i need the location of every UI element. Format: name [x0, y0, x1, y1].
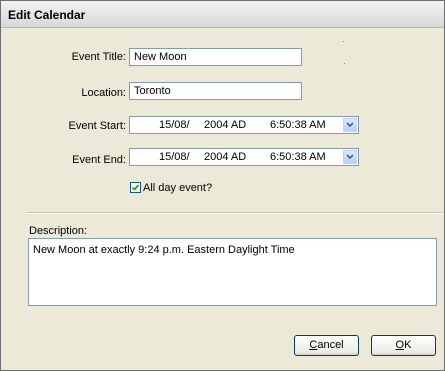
- window-title: Edit Calendar: [8, 8, 86, 22]
- ok-label-rest: K: [404, 339, 412, 351]
- event-end-time[interactable]: 6:50:38 AM: [270, 151, 326, 163]
- event-start-date[interactable]: 15/08/: [159, 119, 190, 131]
- decorative-dot: [344, 63, 345, 64]
- event-start-label: Event Start:: [68, 120, 126, 132]
- event-end-dropdown-button[interactable]: [343, 150, 357, 164]
- ok-button[interactable]: OK: [371, 335, 436, 356]
- edit-calendar-dialog: Edit Calendar Event Title: New Moon Loca…: [0, 0, 445, 371]
- decorative-dot: [343, 41, 344, 42]
- event-start-time[interactable]: 6:50:38 AM: [270, 119, 326, 131]
- description-label: Description:: [29, 225, 88, 237]
- title-bar[interactable]: Edit Calendar: [1, 1, 444, 28]
- cancel-button[interactable]: Cancel: [294, 335, 359, 356]
- all-day-label[interactable]: All day event?: [143, 182, 212, 194]
- event-title-input[interactable]: New Moon: [129, 48, 302, 66]
- event-start-year[interactable]: 2004 AD: [204, 119, 246, 131]
- separator: [27, 212, 443, 214]
- description-textarea[interactable]: New Moon at exactly 9:24 p.m. Eastern Da…: [28, 238, 437, 306]
- event-end-picker[interactable]: 15/08/ 2004 AD 6:50:38 AM: [129, 148, 359, 166]
- event-title-label: Event Title:: [71, 51, 126, 63]
- location-label: Location:: [81, 87, 126, 99]
- all-day-checkbox[interactable]: [130, 182, 141, 193]
- cancel-label-rest: ancel: [317, 339, 344, 351]
- location-input[interactable]: Toronto: [129, 82, 302, 100]
- chevron-down-icon: [346, 122, 354, 128]
- event-end-date[interactable]: 15/08/: [159, 151, 190, 163]
- event-end-year[interactable]: 2004 AD: [204, 151, 246, 163]
- event-start-picker[interactable]: 15/08/ 2004 AD 6:50:38 AM: [129, 116, 359, 134]
- ok-mnemonic: O: [395, 339, 405, 351]
- event-start-dropdown-button[interactable]: [343, 118, 357, 132]
- event-end-label: Event End:: [72, 154, 126, 166]
- chevron-down-icon: [346, 154, 354, 160]
- checkmark-icon: [131, 184, 140, 191]
